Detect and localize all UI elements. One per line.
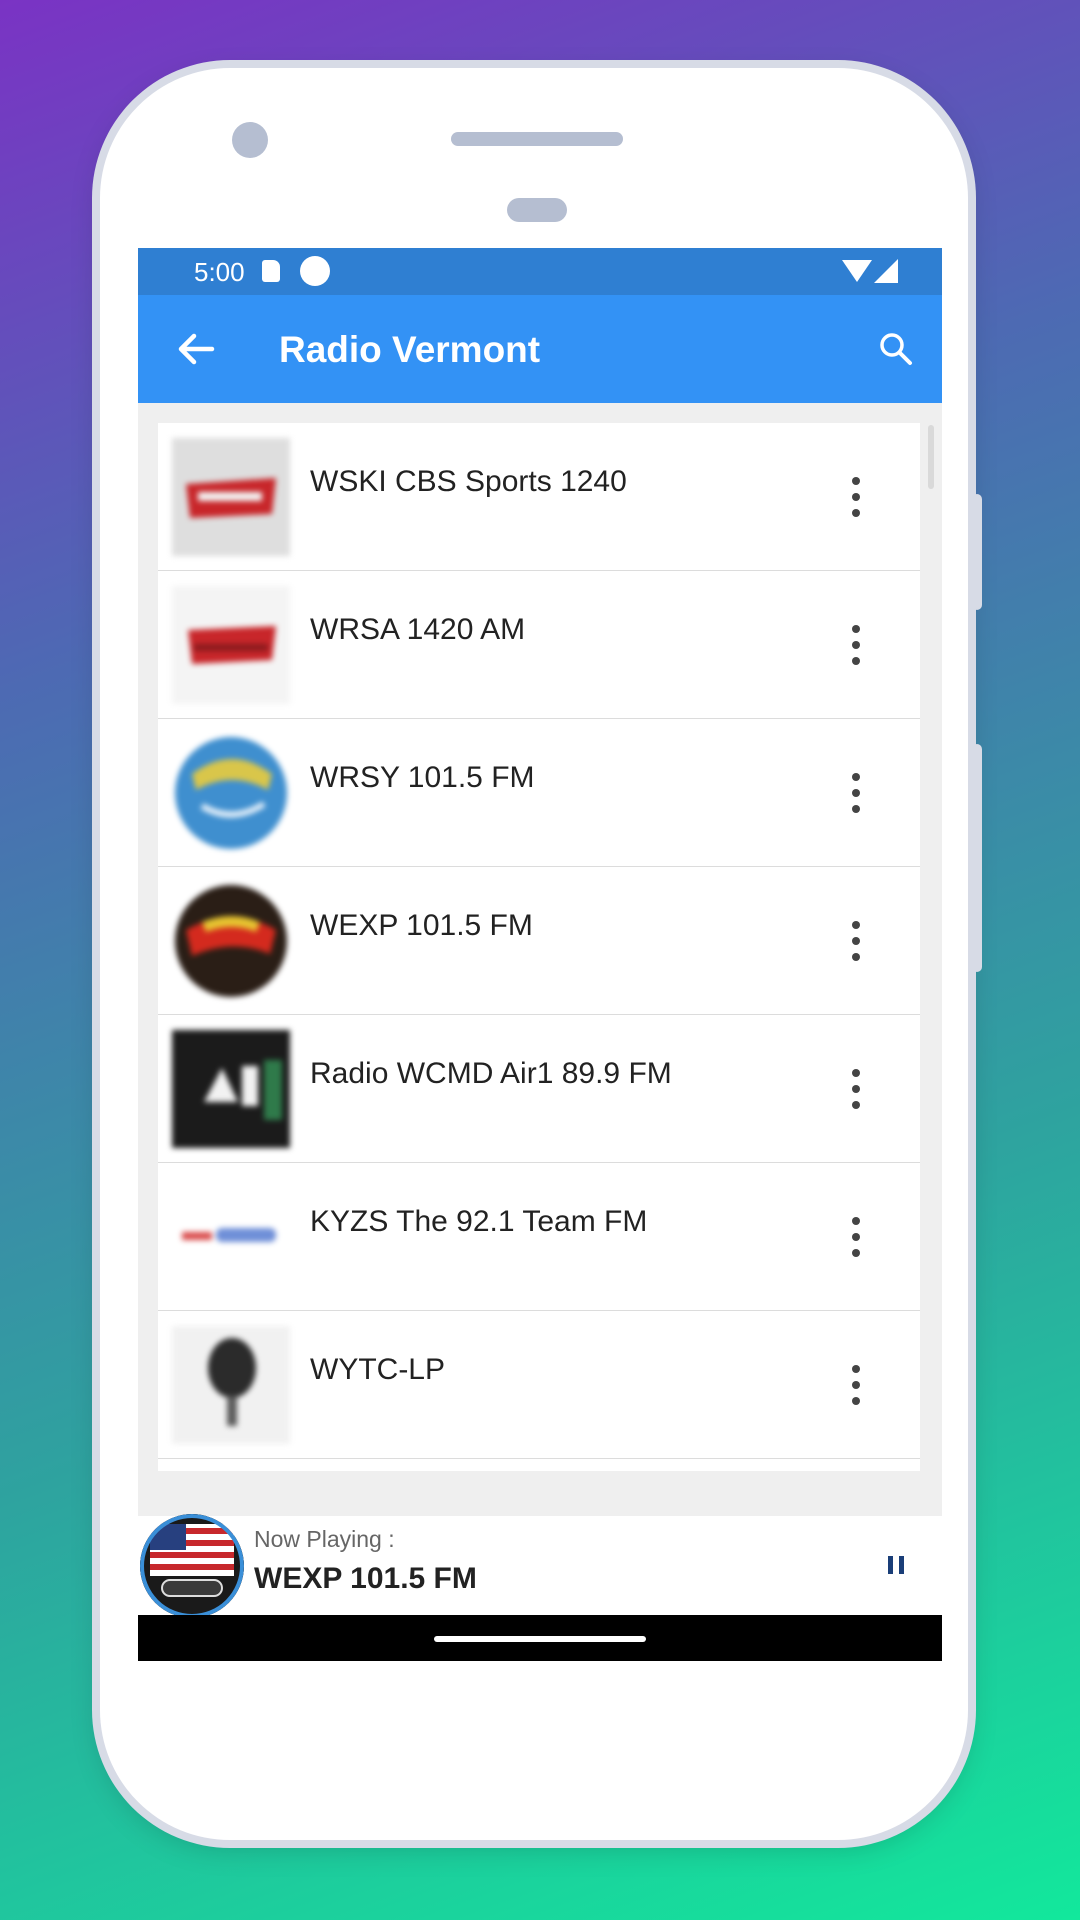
station-logo-image [172, 586, 290, 704]
proximity-sensor [507, 198, 567, 222]
wifi-icon [842, 260, 872, 282]
more-vert-icon[interactable] [846, 921, 866, 961]
earpiece-speaker [451, 132, 623, 146]
more-vert-icon[interactable] [846, 1217, 866, 1257]
station-row[interactable]: Radio WCMD Air1 89.9 FM [158, 1015, 920, 1163]
more-vert-icon[interactable] [846, 1365, 866, 1405]
search-icon[interactable] [876, 329, 916, 369]
station-logo-image [172, 1178, 290, 1296]
arrow-back-icon[interactable] [172, 325, 220, 373]
now-playing-label: Now Playing : [254, 1526, 395, 1552]
home-gesture-handle[interactable] [434, 1636, 646, 1642]
station-row[interactable]: WRSA 1420 AM [158, 571, 920, 719]
app-screen: 5:00 Radio Vermont WSKI CBS Sports 1240 [138, 248, 942, 1661]
station-logo-image [172, 1326, 290, 1444]
station-list[interactable]: WSKI CBS Sports 1240 WRSA 1420 AM WRSY 1… [158, 423, 920, 1471]
station-logo-image [172, 438, 290, 556]
station-row[interactable]: WEXP 101.5 FM [158, 867, 920, 1015]
station-name: Radio WCMD Air1 89.9 FM [310, 1057, 672, 1090]
list-scrollbar[interactable] [928, 425, 934, 489]
status-time: 5:00 [194, 257, 245, 287]
station-logo-image [172, 882, 290, 1000]
station-name: KYZS The 92.1 Team FM [310, 1205, 648, 1238]
circle-notification-icon [300, 256, 330, 286]
volume-button [972, 744, 982, 972]
station-row[interactable]: WYTC-LP [158, 1311, 920, 1459]
station-logo-image [172, 734, 290, 852]
station-row[interactable]: WRSY 101.5 FM [158, 719, 920, 867]
page-title: Radio Vermont [279, 329, 541, 370]
station-name: WRSY 101.5 FM [310, 761, 535, 794]
more-vert-icon[interactable] [846, 773, 866, 813]
pause-icon[interactable] [888, 1556, 904, 1574]
more-vert-icon[interactable] [846, 625, 866, 665]
now-playing-title: WEXP 101.5 FM [254, 1562, 477, 1595]
sd-card-icon [262, 260, 280, 282]
station-name: WRSA 1420 AM [310, 613, 526, 646]
station-name: WYTC-LP [310, 1353, 445, 1386]
station-row[interactable] [158, 1459, 920, 1471]
power-button [972, 494, 982, 610]
station-row[interactable]: KYZS The 92.1 Team FM [158, 1163, 920, 1311]
front-camera [232, 122, 268, 158]
station-name: WEXP 101.5 FM [310, 909, 533, 942]
cell-signal-icon [874, 259, 898, 283]
more-vert-icon[interactable] [846, 477, 866, 517]
more-vert-icon[interactable] [846, 1069, 866, 1109]
now-playing-artwork [140, 1514, 244, 1618]
station-name: WSKI CBS Sports 1240 [310, 465, 627, 498]
system-nav-bar [138, 1615, 942, 1661]
station-row[interactable]: WSKI CBS Sports 1240 [158, 423, 920, 571]
status-bar: 5:00 [138, 248, 942, 295]
station-logo-image [172, 1030, 290, 1148]
app-bar: Radio Vermont [138, 295, 942, 403]
now-playing-bar[interactable]: Now Playing : WEXP 101.5 FM [138, 1514, 942, 1618]
